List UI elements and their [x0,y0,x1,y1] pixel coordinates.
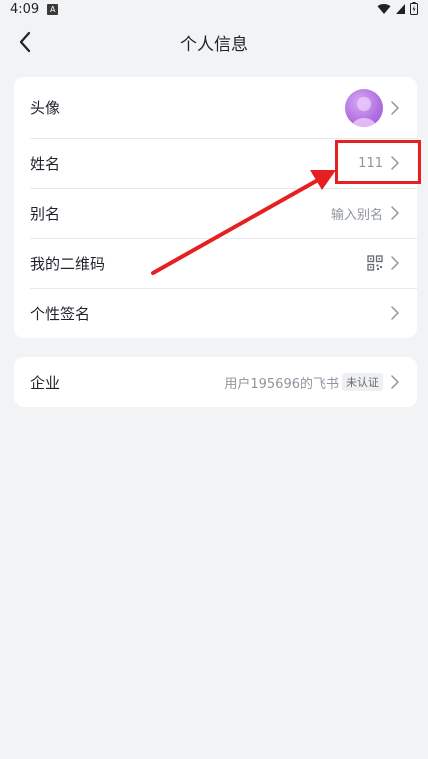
status-time: 4:09 [10,1,40,17]
qr-code-icon [367,255,383,271]
notification-a-icon: A [47,3,59,15]
row-label: 个性签名 [30,304,91,323]
row-label: 我的二维码 [30,254,106,273]
profile-card: 头像 姓名 111 别名 输入别名 我的二维码 个性签名 [14,77,417,338]
company-name: 用户195696的飞书 [224,376,339,392]
company-card: 企业 用户195696的飞书 未认证 [14,357,417,407]
row-avatar[interactable]: 头像 [14,77,417,138]
signal-icon [396,3,405,14]
status-badge: 未认证 [342,373,383,391]
chevron-right-icon [391,206,399,220]
battery-icon [410,2,418,15]
row-label: 姓名 [30,154,61,173]
row-label: 头像 [30,99,61,117]
page-title: 个人信息 [180,35,248,55]
chevron-right-icon [391,256,399,270]
row-label: 企业 [30,373,61,392]
name-value: 111 [358,155,383,171]
chevron-right-icon [391,306,399,320]
user-silhouette-icon [352,96,376,127]
status-bar: 4:09 A [0,0,428,18]
chevron-right-icon [391,375,399,389]
back-arrow-icon [19,31,31,53]
chevron-right-icon [391,156,399,170]
row-label: 别名 [30,204,61,223]
nav-bar: 个人信息 [0,22,428,62]
wifi-icon [377,3,391,14]
row-alias[interactable]: 别名 输入别名 [14,188,417,238]
avatar [345,88,383,127]
row-company[interactable]: 企业 用户195696的飞书 未认证 [14,357,417,407]
row-name[interactable]: 姓名 111 [14,138,417,188]
row-qr-code[interactable]: 我的二维码 [14,238,417,288]
row-signature[interactable]: 个性签名 [14,288,417,338]
back-button[interactable] [12,28,38,56]
status-icons [377,2,418,15]
chevron-right-icon [391,100,399,115]
alias-placeholder: 输入别名 [330,207,383,223]
